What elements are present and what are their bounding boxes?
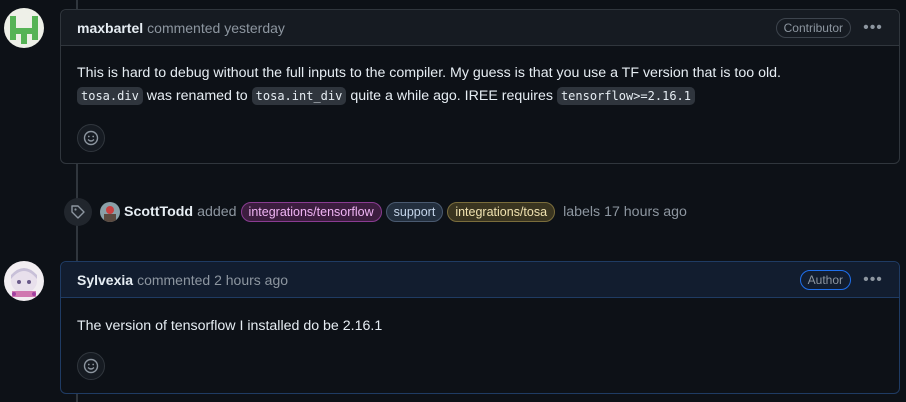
avatar-sylvexia[interactable] <box>4 261 44 301</box>
tag-icon <box>71 205 85 219</box>
inline-code: tensorflow>=2.16.1 <box>556 87 695 105</box>
avatar-image-icon <box>100 202 120 222</box>
comment-maxbartel: maxbartel commented yesterday Contributo… <box>60 9 900 164</box>
comment-text: The version of tensorflow I installed do… <box>77 318 383 334</box>
event-action: added <box>197 204 237 220</box>
comment-author[interactable]: maxbartel <box>77 20 143 36</box>
inline-code: tosa.div <box>77 87 143 105</box>
reaction-row <box>61 346 899 392</box>
label-integrations-tensorflow[interactable]: integrations/tensorflow <box>240 202 382 222</box>
comment-sylvexia: Sylvexia commented 2 hours ago Author ••… <box>60 261 900 394</box>
anime-avatar-icon <box>4 261 44 301</box>
inline-code: tosa.int_div <box>251 87 347 105</box>
comment-text: quite a while ago. IREE requires <box>350 88 553 104</box>
comment-body: The version of tensorflow I installed do… <box>61 298 899 346</box>
smiley-icon <box>83 358 99 374</box>
comment-body: This is hard to debug without the full i… <box>61 46 899 116</box>
comment-timestamp[interactable]: commented yesterday <box>147 20 285 36</box>
comment-header: Sylvexia commented 2 hours ago Author ••… <box>61 262 899 298</box>
add-reaction-button[interactable] <box>77 352 105 380</box>
smiley-icon <box>83 130 99 146</box>
avatar-scotttodd[interactable] <box>100 202 120 222</box>
comment-timestamp[interactable]: commented 2 hours ago <box>137 272 288 288</box>
kebab-horizontal-icon[interactable]: ••• <box>863 18 883 38</box>
event-actor[interactable]: ScottTodd <box>124 204 193 220</box>
identicon-icon <box>4 8 44 48</box>
comment-header: maxbartel commented yesterday Contributo… <box>61 10 899 46</box>
tag-icon-wrapper <box>64 198 92 226</box>
avatar-maxbartel[interactable] <box>4 8 44 48</box>
event-suffix[interactable]: labels 17 hours ago <box>563 204 687 220</box>
comment-author[interactable]: Sylvexia <box>77 272 133 288</box>
reaction-row <box>61 116 899 164</box>
comment-text: was renamed to <box>146 88 248 104</box>
comment-text-line1: This is hard to debug without the full i… <box>77 65 781 81</box>
comment-text-line2: tosa.div was renamed to tosa.int_div qui… <box>77 85 883 108</box>
label-event: ScottTodd added integrations/tensorflow … <box>64 198 691 226</box>
label-support[interactable]: support <box>385 202 444 222</box>
kebab-horizontal-icon[interactable]: ••• <box>863 270 883 290</box>
label-integrations-tosa[interactable]: integrations/tosa <box>447 202 556 222</box>
contributor-badge: Contributor <box>775 17 851 38</box>
author-badge: Author <box>799 269 851 290</box>
add-reaction-button[interactable] <box>77 124 105 152</box>
